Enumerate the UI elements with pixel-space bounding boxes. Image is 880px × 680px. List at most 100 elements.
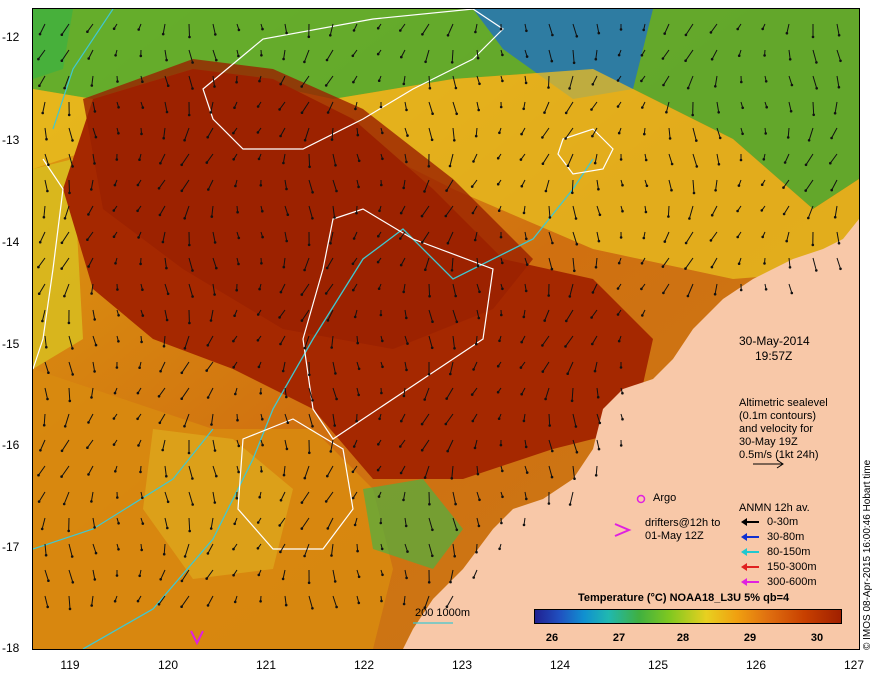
velocity-arrow-head xyxy=(161,32,165,36)
velocity-arrow-head xyxy=(115,366,119,369)
velocity-arrow-head xyxy=(421,241,424,244)
velocity-arrow-head xyxy=(60,59,64,62)
velocity-arrow-head xyxy=(399,471,403,475)
velocity-arrow-head xyxy=(665,110,668,114)
colorbar xyxy=(534,609,842,624)
velocity-arrow-head xyxy=(90,84,94,87)
velocity-arrow-head xyxy=(165,110,169,114)
velocity-arrow-head xyxy=(571,191,574,195)
velocity-arrow-head xyxy=(710,213,714,217)
velocity-arrow-head xyxy=(87,213,90,216)
velocity-arrow-head xyxy=(378,209,381,213)
velocity-arrow-head xyxy=(354,107,357,111)
velocity-arrow-head xyxy=(710,57,714,61)
velocity-arrow-head xyxy=(279,342,282,346)
velocity-arrow-head xyxy=(206,604,210,607)
velocity-arrow-head xyxy=(112,417,116,420)
velocity-arrow-head xyxy=(308,373,311,377)
velocity-arrow-head xyxy=(598,213,602,217)
velocity-arrow-head xyxy=(500,313,503,317)
velocity-arrow-head xyxy=(379,521,383,525)
velocity-arrow-head xyxy=(525,263,529,266)
velocity-arrow-head xyxy=(158,213,162,217)
velocity-arrow-head xyxy=(285,239,288,243)
velocity-arrow-head xyxy=(352,445,356,448)
velocity-arrow-head xyxy=(570,399,574,403)
velocity-arrow-head xyxy=(257,157,261,161)
velocity-arrow-head xyxy=(117,548,120,551)
velocity-arrow-head xyxy=(233,106,236,109)
velocity-arrow-head xyxy=(547,502,551,505)
velocity-arrow-head xyxy=(180,605,183,608)
velocity-arrow-head xyxy=(548,216,552,219)
velocity-arrow-head xyxy=(399,211,403,215)
velocity-arrow-head xyxy=(279,498,283,502)
velocity-arrow-head xyxy=(206,552,210,555)
velocity-arrow-head xyxy=(188,35,191,39)
velocity-arrow-head xyxy=(376,52,380,56)
velocity-arrow-head xyxy=(113,183,117,187)
velocity-arrow-head xyxy=(47,371,50,375)
velocity-arrow-head xyxy=(564,345,567,348)
velocity-arrow-head xyxy=(117,106,120,109)
velocity-arrow-head xyxy=(591,83,595,86)
velocity-arrow-head xyxy=(406,134,409,137)
velocity-arrow-head xyxy=(183,138,186,142)
velocity-arrow-head xyxy=(450,477,454,480)
anmn-item: 0-30m xyxy=(739,516,798,528)
velocity-arrow xyxy=(428,283,431,297)
velocity-arrow-head xyxy=(402,82,406,86)
lon-tick: 126 xyxy=(745,658,767,672)
isobath-label: 200 1000m xyxy=(415,607,471,619)
velocity-arrow-head xyxy=(714,85,717,88)
velocity-arrow-head xyxy=(213,85,216,88)
velocity-arrow-head xyxy=(424,268,427,272)
velocity-arrow-head xyxy=(473,446,477,450)
velocity-arrow-head xyxy=(616,313,620,316)
velocity-arrow-head xyxy=(207,188,210,191)
velocity-arrow-head xyxy=(351,54,355,58)
velocity-arrow-head xyxy=(93,162,96,165)
velocity-arrow-head xyxy=(282,265,286,269)
velocity-arrow-head xyxy=(617,339,621,343)
velocity-arrow-head xyxy=(162,344,166,348)
velocity-arrow-head xyxy=(324,292,328,295)
velocity-arrow-head xyxy=(804,189,807,192)
velocity-arrow-head xyxy=(165,266,168,270)
velocity-arrow-head xyxy=(431,528,434,532)
velocity-arrow-head xyxy=(471,211,475,215)
drifters-label: 01-May 12Z xyxy=(645,530,704,542)
velocity-arrow-head xyxy=(405,576,408,580)
velocity-arrow-head xyxy=(663,240,667,243)
velocity-arrow-head xyxy=(233,522,236,526)
velocity-arrow-head xyxy=(499,105,503,109)
velocity-arrow-head xyxy=(815,61,818,64)
velocity-arrow-head xyxy=(71,165,74,168)
velocity-arrow-head xyxy=(215,266,218,270)
velocity-arrow-head xyxy=(356,341,360,345)
velocity-arrow-head xyxy=(215,474,218,478)
velocity-arrow-head xyxy=(788,266,792,269)
velocity-arrow-head xyxy=(138,158,141,161)
velocity-arrow-head xyxy=(191,477,194,480)
velocity-arrow-head xyxy=(837,85,841,89)
velocity-arrow-head xyxy=(621,417,624,421)
velocity-arrow-head xyxy=(90,604,93,607)
velocity-arrow-head xyxy=(590,108,593,111)
velocity-arrow-head xyxy=(300,111,304,114)
velocity-arrow-head xyxy=(619,158,623,161)
velocity-arrow xyxy=(548,413,551,426)
velocity-arrow-head xyxy=(476,56,480,60)
velocity-arrow-head xyxy=(837,33,841,37)
lon-tick: 123 xyxy=(451,658,473,672)
velocity-arrow-head xyxy=(324,84,328,87)
velocity-arrow-head xyxy=(455,112,459,116)
velocity-arrow-head xyxy=(136,391,140,395)
velocity-arrow-head xyxy=(566,164,570,168)
velocity-arrow-head xyxy=(113,599,117,603)
velocity-arrow-head xyxy=(206,135,209,139)
velocity-arrow-head xyxy=(300,293,304,296)
velocity-arrow-head xyxy=(782,212,786,216)
velocity-arrow-head xyxy=(428,86,432,90)
velocity-arrow-head xyxy=(812,113,815,117)
